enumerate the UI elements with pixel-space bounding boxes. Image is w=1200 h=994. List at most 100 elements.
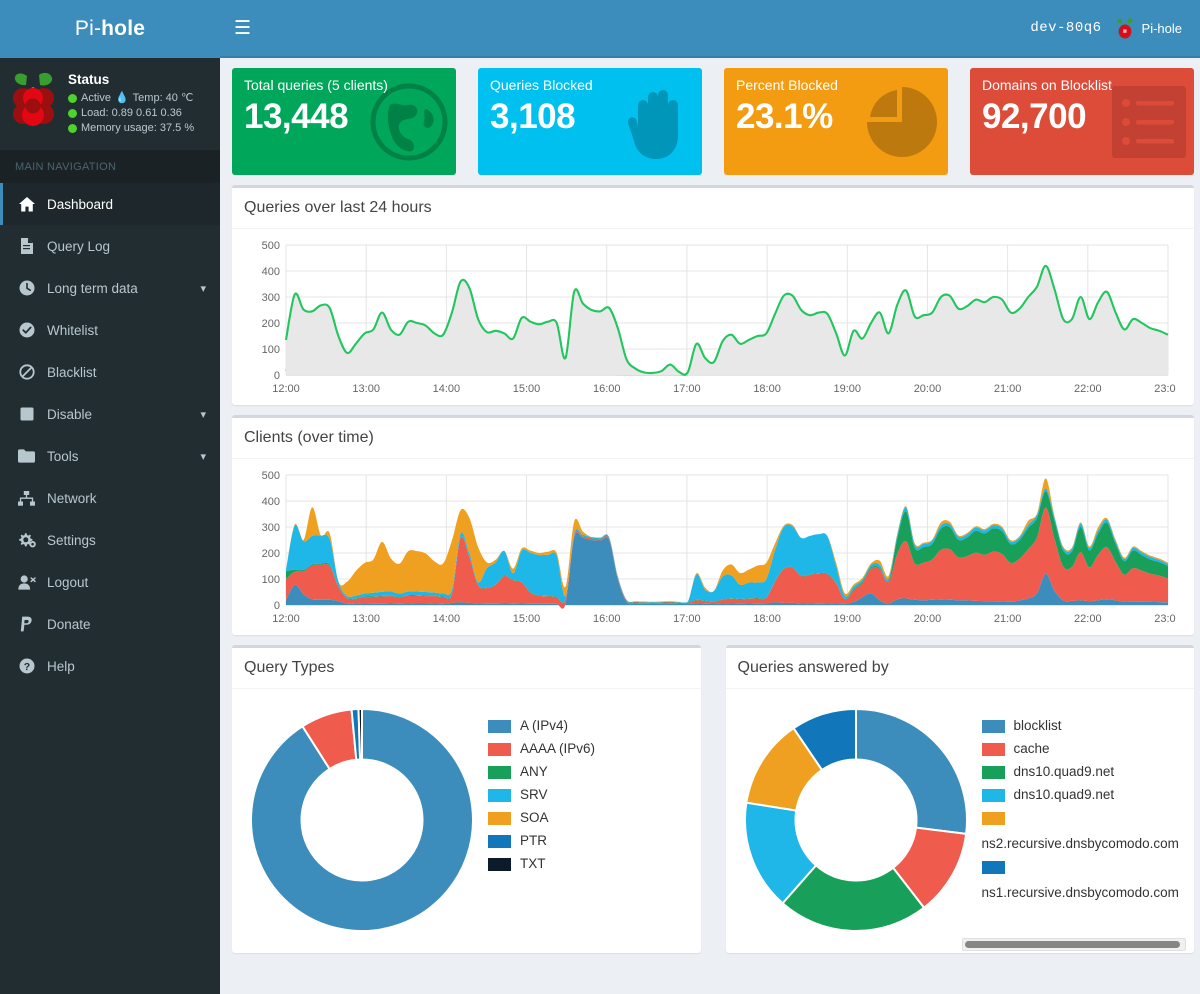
svg-text:15:00: 15:00	[513, 383, 541, 395]
horizontal-scrollbar[interactable]	[961, 938, 1186, 951]
panel-query-types: Query Types A (IPv4) AAAA (IPv6) ANY SRV SOA…	[232, 645, 701, 953]
sidebar-item-donate[interactable]: Donate	[0, 603, 220, 645]
svg-text:?: ?	[23, 661, 29, 673]
sidebar-item-network[interactable]: Network	[0, 477, 220, 519]
sidebar-item-label: Blacklist	[47, 364, 97, 380]
sidebar-item-disable[interactable]: Disable ▾	[0, 393, 220, 435]
queries-over-time-chart[interactable]: 0 100 200 300 400 500 12:00 13:00 14:00 15:00 16:0…	[244, 239, 1176, 399]
legend-item[interactable]: dns10.quad9.net	[981, 763, 1185, 781]
main-content-area: ☰ dev-80q6 Pi-hole Total queries (5 clie…	[220, 0, 1200, 994]
stat-box-percent-blocked[interactable]: Percent Blocked 23.1%	[724, 68, 948, 175]
panel-body: 0 100 200 300 400 500 12:00 13:00 14:00 15:00 16:0…	[232, 229, 1194, 405]
chevron-down-icon: ▾	[200, 450, 206, 463]
legend-item[interactable]: ANY	[488, 763, 691, 781]
legend-item[interactable]: ns1.recursive.dnsbycomodo.com	[981, 858, 1185, 902]
sidebar-item-logout[interactable]: Logout	[0, 561, 220, 603]
status-panel: Status Active 💧 Temp: 40 ℃ Load: 0.89 0.…	[0, 58, 220, 151]
svg-text:15:00: 15:00	[513, 613, 541, 625]
svg-text:22:00: 22:00	[1074, 383, 1102, 395]
stat-label: Queries Blocked	[490, 77, 593, 93]
stat-value: 23.1%	[736, 97, 833, 136]
legend-label: SRV	[520, 787, 548, 802]
sidebar-item-label: Tools	[47, 448, 79, 464]
svg-text:14:00: 14:00	[433, 613, 461, 625]
sidebar-item-tools[interactable]: Tools ▾	[0, 435, 220, 477]
svg-text:23:00: 23:00	[1154, 613, 1176, 625]
svg-text:0: 0	[274, 600, 280, 612]
legend-item[interactable]: SRV	[488, 786, 691, 804]
legend-label: AAAA (IPv6)	[520, 741, 596, 756]
svg-text:0: 0	[274, 370, 280, 382]
svg-text:13:00: 13:00	[352, 383, 380, 395]
panel-body: 0 100 200 300 400 500 12:00 13:00 14:00 15:00 16:0…	[232, 459, 1194, 635]
svg-text:20:00: 20:00	[914, 613, 942, 625]
sidebar-item-help[interactable]: ? Help	[0, 645, 220, 687]
navbar-right: dev-80q6 Pi-hole	[1030, 17, 1188, 39]
legend-label: SOA	[520, 810, 549, 825]
dashboard-content: Total queries (5 clients) 13,448 Queries…	[220, 58, 1200, 994]
question-circle-icon: ?	[17, 658, 36, 674]
svg-text:12:00: 12:00	[272, 613, 300, 625]
legend-item[interactable]: dns10.quad9.net	[981, 786, 1185, 804]
gears-icon	[17, 532, 36, 548]
sidebar-item-settings[interactable]: Settings	[0, 519, 220, 561]
svg-text:23:00: 23:00	[1154, 383, 1176, 395]
legend-swatch	[981, 812, 1005, 825]
legend-item[interactable]: TXT	[488, 855, 691, 873]
user-menu[interactable]: Pi-hole	[1115, 17, 1182, 39]
raspberry-icon	[1115, 17, 1135, 39]
stop-square-icon	[17, 407, 36, 421]
panel-header: Queries over last 24 hours	[232, 188, 1194, 229]
legend-label: ns2.recursive.dnsbycomodo.com	[981, 836, 1179, 851]
legend-item[interactable]: AAAA (IPv6)	[488, 740, 691, 758]
brand-logo[interactable]: Pi-hole	[0, 0, 220, 58]
sidebar-item-query-log[interactable]: Query Log	[0, 225, 220, 267]
scrollbar-thumb[interactable]	[964, 941, 1181, 948]
svg-text:500: 500	[262, 240, 280, 252]
legend-item[interactable]: ns2.recursive.dnsbycomodo.com	[981, 809, 1185, 853]
legend-item[interactable]: cache	[981, 740, 1185, 758]
sidebar-item-whitelist[interactable]: Whitelist	[0, 309, 220, 351]
status-line-memory: Memory usage: 37.5 %	[68, 121, 194, 136]
clock-icon	[17, 280, 36, 296]
status-line-active: Active 💧 Temp: 40 ℃	[68, 91, 194, 106]
stat-box-total-queries[interactable]: Total queries (5 clients) 13,448	[232, 68, 456, 175]
green-dot-icon	[68, 94, 77, 103]
legend-item[interactable]: PTR	[488, 832, 691, 850]
user-label: Pi-hole	[1141, 20, 1182, 36]
legend-item[interactable]: blocklist	[981, 717, 1185, 735]
panel-header: Clients (over time)	[232, 418, 1194, 459]
ban-icon	[17, 364, 36, 380]
sidebar-item-dashboard[interactable]: Dashboard	[0, 183, 220, 225]
panel-body: A (IPv4) AAAA (IPv6) ANY SRV SOA PTR TXT	[232, 689, 701, 953]
paypal-icon	[17, 616, 36, 632]
stat-box-domains-blocklist[interactable]: Domains on Blocklist 92,700	[970, 68, 1194, 175]
stat-box-queries-blocked[interactable]: Queries Blocked 3,108	[478, 68, 702, 175]
clients-over-time-chart[interactable]: 0 100 200 300 400 500 12:00 13:00 14:00 15:00 16:0…	[244, 469, 1176, 629]
hamburger-icon[interactable]: ☰	[234, 19, 251, 38]
svg-text:200: 200	[262, 548, 280, 560]
status-memory-text: Memory usage: 37.5 %	[81, 122, 195, 134]
hostname-label: dev-80q6	[1030, 20, 1102, 36]
pihole-admin-dashboard: Pi-hole Status Active 💧 Temp: 40 ℃ Load:…	[0, 0, 1200, 994]
sidebar-item-blacklist[interactable]: Blacklist	[0, 351, 220, 393]
stat-value: 92,700	[982, 97, 1087, 136]
chevron-down-icon: ▾	[200, 408, 206, 421]
legend-swatch	[488, 789, 511, 802]
queries-answered-by-donut-chart[interactable]	[741, 705, 971, 935]
svg-text:12:00: 12:00	[272, 383, 300, 395]
stat-value: 3,108	[490, 97, 576, 136]
legend-item[interactable]: SOA	[488, 809, 691, 827]
legend-label: dns10.quad9.net	[1013, 764, 1115, 779]
legend-swatch	[488, 720, 511, 733]
green-dot-icon	[68, 109, 77, 118]
sidebar-item-long-term-data[interactable]: Long term data ▾	[0, 267, 220, 309]
svg-text:100: 100	[262, 344, 280, 356]
answered-by-donut-wrap	[736, 699, 976, 935]
legend-swatch	[488, 835, 511, 848]
panel-queries-answered-by: Queries answered by blocklist cache dns10.…	[725, 645, 1194, 953]
legend-label: cache	[1013, 741, 1050, 756]
legend-item[interactable]: A (IPv4)	[488, 717, 691, 735]
query-types-donut-chart[interactable]	[247, 705, 477, 935]
nav-section-header: MAIN NAVIGATION	[0, 151, 220, 183]
